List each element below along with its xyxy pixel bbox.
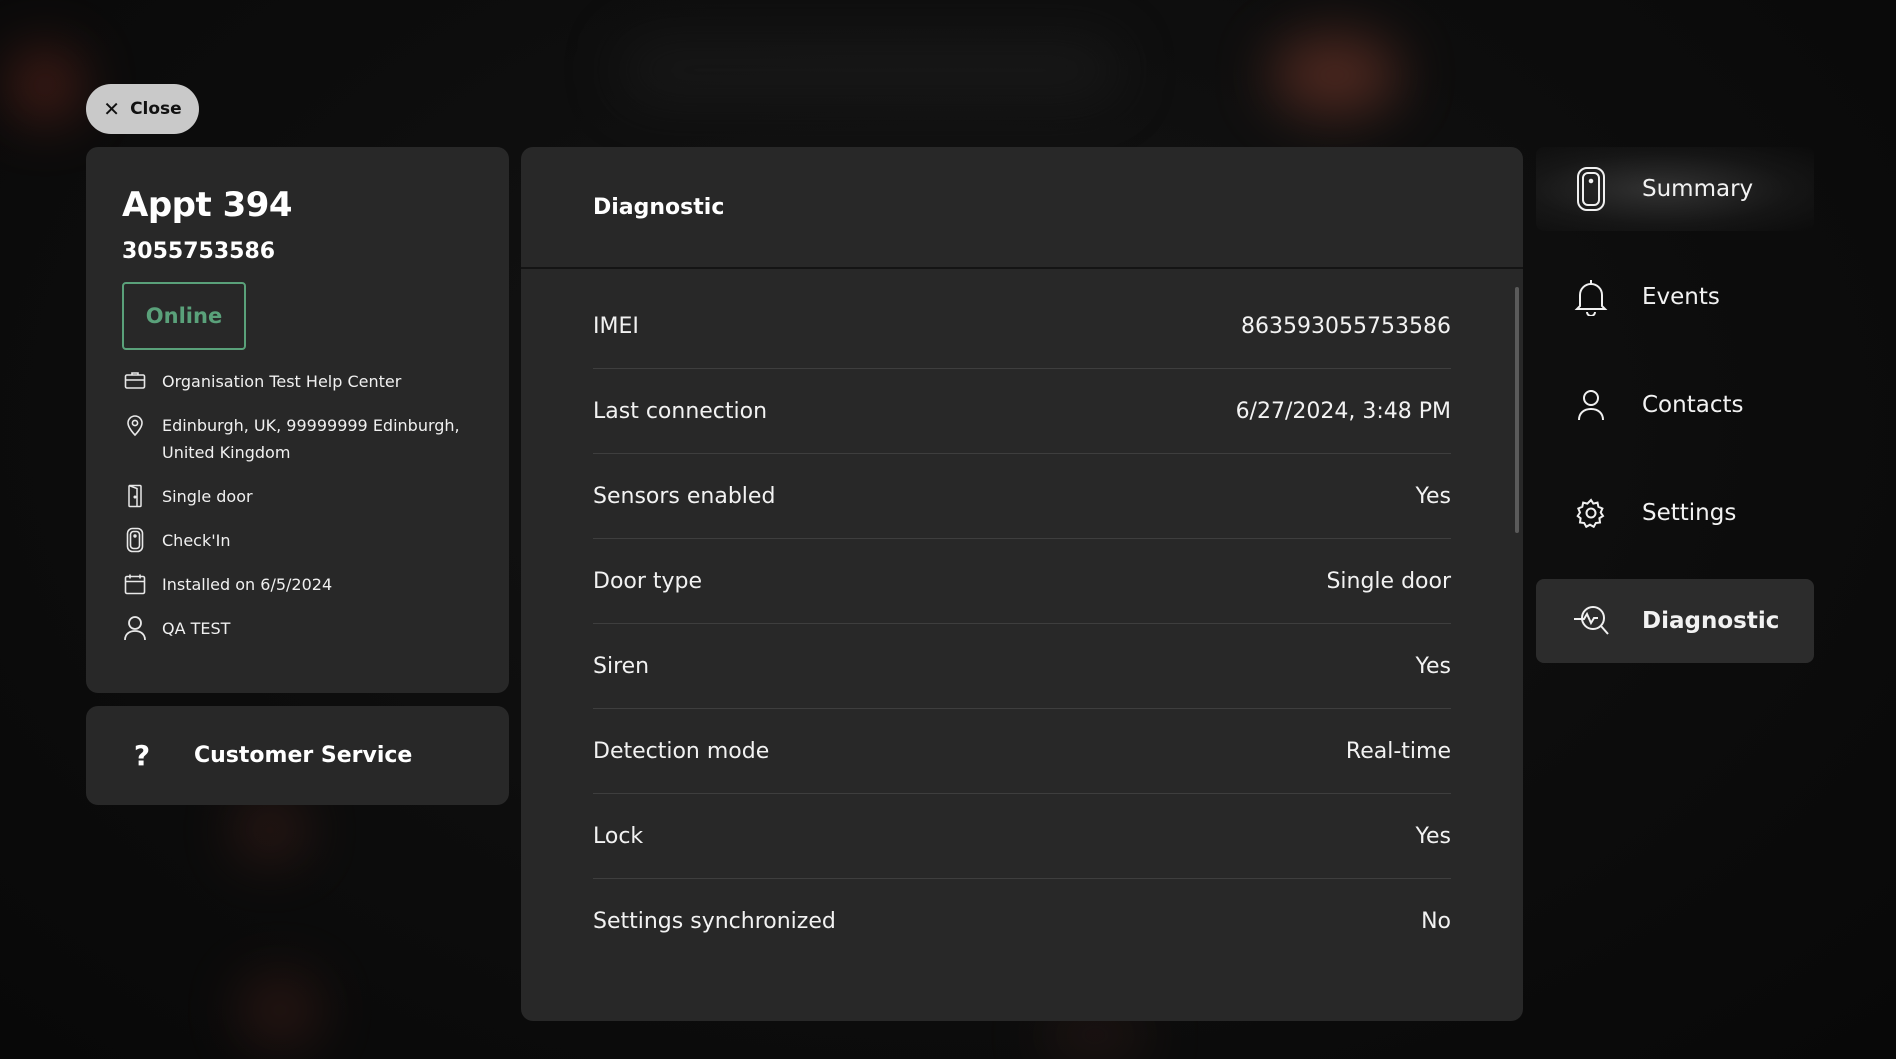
info-row-address: Edinburgh, UK, 99999999 Edinburgh, Unite… bbox=[122, 412, 473, 466]
background-blur bbox=[1270, 35, 1400, 115]
info-text: QA TEST bbox=[162, 619, 231, 638]
info-row-product: Check'In bbox=[122, 527, 473, 554]
person-icon bbox=[1572, 385, 1610, 425]
info-row-door: Single door bbox=[122, 483, 473, 510]
diagnostic-value: 6/27/2024, 3:48 PM bbox=[1235, 398, 1451, 424]
info-text: Installed on 6/5/2024 bbox=[162, 575, 333, 594]
diagnostic-value: Yes bbox=[1415, 483, 1451, 509]
diagnostic-header: Diagnostic bbox=[521, 147, 1523, 269]
device-icon bbox=[122, 527, 148, 553]
customer-service-button[interactable]: ? Customer Service bbox=[86, 706, 509, 805]
diagnostic-key: Settings synchronized bbox=[593, 908, 836, 934]
nav-label: Summary bbox=[1642, 176, 1754, 202]
info-row-installed: Installed on 6/5/2024 bbox=[122, 571, 473, 598]
info-row-user: QA TEST bbox=[122, 615, 473, 642]
info-text: Organisation Test Help Center bbox=[162, 372, 402, 391]
diagnostic-row: Last connection 6/27/2024, 3:48 PM bbox=[593, 369, 1451, 454]
calendar-icon bbox=[122, 571, 148, 597]
nav-label: Events bbox=[1642, 284, 1720, 310]
diagnostic-key: Detection mode bbox=[593, 738, 770, 764]
close-icon: ✕ bbox=[103, 97, 121, 121]
nav-item-summary[interactable]: Summary bbox=[1536, 147, 1814, 231]
device-info-card: Appt 394 3055753586 Online Organisation … bbox=[86, 147, 509, 693]
organisation-icon bbox=[122, 368, 148, 394]
nav-label: Settings bbox=[1642, 500, 1737, 526]
diagnostic-value: Yes bbox=[1415, 653, 1451, 679]
diagnostic-value: 863593055753586 bbox=[1241, 313, 1451, 339]
diagnostic-key: Sensors enabled bbox=[593, 483, 776, 509]
diagnostic-key: Lock bbox=[593, 823, 644, 849]
background-blur bbox=[10, 50, 80, 120]
status-badge: Online bbox=[122, 282, 246, 350]
diagnostic-row: Detection mode Real-time bbox=[593, 709, 1451, 794]
close-button[interactable]: ✕ Close bbox=[86, 84, 199, 134]
nav-label: Diagnostic bbox=[1642, 608, 1780, 634]
background-blur bbox=[235, 800, 305, 860]
diagnostic-key: Door type bbox=[593, 568, 703, 594]
door-icon bbox=[122, 483, 148, 509]
diagnostic-row: Door type Single door bbox=[593, 539, 1451, 624]
diagnostic-value: Single door bbox=[1326, 568, 1451, 594]
background-blur bbox=[620, 40, 1120, 100]
nav-item-events[interactable]: Events bbox=[1536, 255, 1814, 339]
device-info-list: Organisation Test Help Center Edinburgh,… bbox=[122, 368, 473, 642]
diagnostic-panel: Diagnostic IMEI 863593055753586 Last con… bbox=[521, 147, 1523, 1021]
location-pin-icon bbox=[122, 412, 148, 438]
info-text: Edinburgh, UK, 99999999 Edinburgh, Unite… bbox=[162, 416, 460, 462]
diagnostic-value: Real-time bbox=[1345, 738, 1451, 764]
app-background: ✕ Close Appt 394 3055753586 Online Organ… bbox=[0, 0, 1896, 1059]
nav-item-diagnostic[interactable]: Diagnostic bbox=[1536, 579, 1814, 663]
diagnostic-key: Last connection bbox=[593, 398, 768, 424]
scrollbar[interactable] bbox=[1515, 287, 1519, 533]
panel-title: Diagnostic bbox=[593, 194, 725, 220]
diagnostic-icon bbox=[1572, 601, 1610, 641]
device-serial: 3055753586 bbox=[122, 239, 276, 264]
device-title: Appt 394 bbox=[122, 185, 293, 225]
diagnostic-row: Settings synchronized No bbox=[593, 879, 1451, 963]
diagnostic-value: Yes bbox=[1415, 823, 1451, 849]
diagnostic-value: No bbox=[1421, 908, 1451, 934]
nav-label: Contacts bbox=[1642, 392, 1744, 418]
close-button-label: Close bbox=[130, 99, 182, 119]
customer-service-label: Customer Service bbox=[194, 743, 413, 768]
info-text: Check'In bbox=[162, 531, 231, 550]
person-icon bbox=[122, 615, 148, 641]
device-icon bbox=[1572, 167, 1610, 211]
info-row-organisation: Organisation Test Help Center bbox=[122, 368, 473, 395]
nav-item-settings[interactable]: Settings bbox=[1536, 471, 1814, 555]
diagnostic-row: Siren Yes bbox=[593, 624, 1451, 709]
diagnostic-row: IMEI 863593055753586 bbox=[593, 284, 1451, 369]
diagnostic-row: Lock Yes bbox=[593, 794, 1451, 879]
bell-icon bbox=[1572, 277, 1610, 317]
background-blur bbox=[240, 975, 320, 1045]
diagnostic-key: IMEI bbox=[593, 313, 639, 339]
gear-icon bbox=[1572, 493, 1610, 533]
info-text: Single door bbox=[162, 487, 253, 506]
diagnostic-key: Siren bbox=[593, 653, 650, 679]
diagnostic-row: Sensors enabled Yes bbox=[593, 454, 1451, 539]
nav-item-contacts[interactable]: Contacts bbox=[1536, 363, 1814, 447]
diagnostic-list: IMEI 863593055753586 Last connection 6/2… bbox=[521, 269, 1523, 963]
side-nav: Summary Events Contacts Settings Diagnos… bbox=[1536, 147, 1814, 687]
question-icon: ? bbox=[133, 739, 151, 772]
